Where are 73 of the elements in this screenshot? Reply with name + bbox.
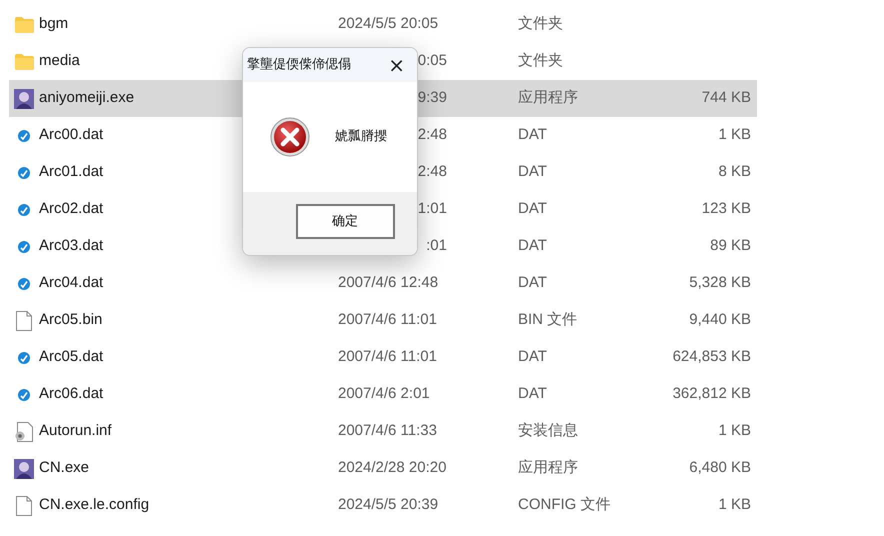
modified-date: 2007/4/6 11:33 <box>338 421 437 442</box>
file-size: 6,480 KB <box>688 458 751 478</box>
file-type: BIN 文件 <box>518 310 578 330</box>
dialog-title: 擎壟偍偄偨偙偲傝 <box>247 56 351 74</box>
file-name[interactable]: Arc00.dat <box>39 126 104 144</box>
app-icon <box>14 88 34 108</box>
file-size: 624,853 KB <box>672 347 751 368</box>
file-size: 5,328 KB <box>688 273 751 294</box>
modified-date: 1:01 <box>418 199 447 220</box>
file-name[interactable]: Arc05.dat <box>39 348 104 366</box>
file-name[interactable]: media <box>39 52 80 70</box>
file-icon <box>18 240 30 252</box>
file-icon <box>18 204 30 216</box>
error-icon <box>270 117 310 157</box>
file-type: DAT <box>518 273 548 294</box>
file-name[interactable]: CN.exe <box>39 459 90 476</box>
modified-date: 9:39 <box>418 88 447 108</box>
file-size: 123 KB <box>700 199 751 220</box>
file-icon <box>18 278 30 290</box>
modified-date: 2007/4/6 11:01 <box>338 310 437 330</box>
file-type: DAT <box>518 125 548 146</box>
modified-date: :01 <box>426 236 447 256</box>
modified-date: 2:48 <box>418 125 447 146</box>
file-type: 文件夹 <box>518 51 564 72</box>
app-icon <box>14 458 34 478</box>
file-size: 744 KB <box>700 88 751 108</box>
file-name[interactable]: CN.exe.le.config <box>39 496 150 514</box>
close-button[interactable]: × <box>388 55 405 75</box>
file-icon <box>18 388 30 400</box>
folder-icon <box>14 16 34 32</box>
modified-date: 2007/4/6 11:01 <box>338 347 437 368</box>
file-name[interactable]: Arc02.dat <box>39 200 104 218</box>
file-name[interactable]: bgm <box>39 15 68 32</box>
file-size: 8 KB <box>717 162 751 182</box>
file-type: 文件夹 <box>518 14 564 34</box>
file-type: 安装信息 <box>518 421 579 442</box>
file-name[interactable]: aniyomeiji.exe <box>39 89 134 106</box>
file-type: DAT <box>518 236 548 256</box>
file-type: DAT <box>518 384 548 404</box>
file-type: DAT <box>518 347 548 368</box>
file-type: DAT <box>518 162 548 182</box>
modified-date: 2:48 <box>418 162 447 182</box>
file-name[interactable]: Arc06.dat <box>39 385 104 402</box>
file-size: 9,440 KB <box>688 310 751 330</box>
file-icon <box>18 130 30 142</box>
folder-icon <box>14 54 34 70</box>
modified-date: 2024/2/28 20:20 <box>338 458 446 478</box>
file-icon <box>18 166 30 178</box>
file-type: DAT <box>518 199 548 220</box>
file-name[interactable]: Arc05.bin <box>39 311 102 328</box>
file-name[interactable]: Arc01.dat <box>39 163 104 180</box>
file-icon <box>18 352 30 364</box>
modified-date: 2007/4/6 12:48 <box>338 273 438 294</box>
file-size: 1 KB <box>717 495 751 516</box>
file-type: CONFIG 文件 <box>518 495 612 516</box>
file-name[interactable]: Arc04.dat <box>39 274 104 292</box>
document-icon <box>16 310 32 330</box>
error-message: 婋瓢膌攖 <box>335 128 387 146</box>
file-name[interactable]: Arc03.dat <box>39 237 104 254</box>
file-size: 1 KB <box>717 125 751 146</box>
modified-date: 0:05 <box>418 51 447 72</box>
file-type: 应用程序 <box>518 458 579 478</box>
document-icon <box>16 496 32 516</box>
file-name[interactable]: Autorun.inf <box>39 422 112 440</box>
settings-file-icon <box>15 422 33 442</box>
modified-date: 2024/5/5 20:39 <box>338 495 438 516</box>
file-size: 1 KB <box>717 421 751 442</box>
modified-date: 2024/5/5 20:05 <box>338 14 438 34</box>
file-type: 应用程序 <box>518 88 579 108</box>
ok-button[interactable]: 确定 <box>296 204 394 239</box>
file-size: 89 KB <box>709 236 751 256</box>
file-size: 362,812 KB <box>672 384 751 404</box>
modified-date: 2007/4/6 2:01 <box>338 384 430 404</box>
